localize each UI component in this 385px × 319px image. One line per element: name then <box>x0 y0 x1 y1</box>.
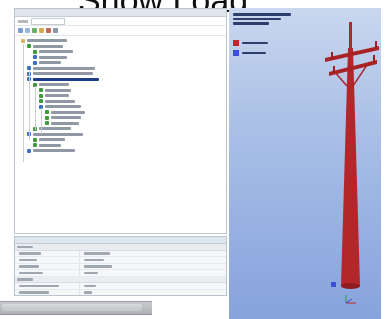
tree-node-label <box>33 72 93 76</box>
pole-shaft <box>341 48 360 286</box>
tree-connector <box>23 44 24 162</box>
tree-node-icon <box>39 88 43 93</box>
graphics-viewport[interactable] <box>229 8 381 319</box>
tree-node-label <box>39 138 65 142</box>
tree-connector <box>29 70 30 140</box>
details-key <box>19 271 43 274</box>
pole-model <box>325 22 379 289</box>
tree-node-icon <box>39 93 43 98</box>
folder-icon[interactable] <box>39 28 44 33</box>
tree-node-label <box>45 88 71 92</box>
outline-title <box>15 9 226 17</box>
tree-node-icon <box>45 115 49 120</box>
tree-node-label <box>33 66 95 70</box>
pole-base <box>341 283 360 289</box>
details-key <box>19 252 41 255</box>
tree-node-label <box>33 149 75 153</box>
tree-node-icon <box>45 110 49 115</box>
pole-top-pin <box>349 22 352 50</box>
details-key <box>19 291 49 294</box>
tree-node-label <box>51 116 81 120</box>
details-value <box>84 284 96 287</box>
outline-panel <box>14 8 227 234</box>
tree-node-label <box>39 61 61 65</box>
tree-node-icon <box>27 44 31 49</box>
details-header <box>15 237 226 244</box>
tree-connector <box>35 86 36 130</box>
tree-node-icon <box>27 148 31 153</box>
tree-node-label <box>45 105 81 109</box>
tree-node-icon <box>33 49 37 54</box>
tree-node-icon <box>33 137 37 142</box>
tree-node-label <box>27 39 67 43</box>
horizontal-scrollbar[interactable] <box>0 301 152 315</box>
details-value <box>84 258 104 261</box>
details-row[interactable] <box>15 289 226 295</box>
tree-node-icon <box>39 99 43 104</box>
details-key <box>19 265 39 268</box>
details-group-title <box>17 278 33 281</box>
collapse-icon[interactable] <box>25 28 30 33</box>
tree-node-label <box>39 127 71 131</box>
details-value <box>84 252 110 255</box>
filter-dropdown[interactable] <box>31 17 65 25</box>
outline-toolbar <box>15 26 226 36</box>
details-key <box>19 258 37 261</box>
filter-label <box>18 19 28 23</box>
insulator <box>333 66 335 73</box>
tree-node-label <box>45 99 75 103</box>
tree-node-icon <box>33 55 37 60</box>
load-marker <box>331 282 336 287</box>
tree-node-label <box>39 50 73 54</box>
insulator <box>373 55 375 62</box>
tree-node-label <box>39 143 61 147</box>
details-group-title <box>17 245 33 248</box>
tree-node-label <box>33 77 99 81</box>
details-value <box>84 291 92 294</box>
tree-node-icon <box>21 38 25 43</box>
details-value <box>84 271 98 274</box>
tree-node-label <box>33 44 63 48</box>
tree-node-icon <box>33 60 37 65</box>
scrollbar-thumb[interactable] <box>2 304 142 311</box>
add-icon[interactable] <box>32 28 37 33</box>
tree-node-label <box>45 94 69 98</box>
delete-icon[interactable] <box>46 28 51 33</box>
tree-node-icon <box>45 121 49 126</box>
settings-icon[interactable] <box>53 28 58 33</box>
insulator <box>375 41 377 48</box>
insulator <box>331 52 333 59</box>
tree-node-label <box>51 110 85 114</box>
tree-node-icon <box>33 143 37 148</box>
tree-node-label <box>39 55 67 59</box>
tree-connector <box>41 108 42 134</box>
details-key <box>19 284 59 287</box>
details-panel <box>14 236 227 296</box>
details-value <box>84 265 112 268</box>
axis-triad-icon <box>345 295 356 304</box>
tree-node[interactable] <box>15 159 226 165</box>
tree-node-label <box>51 121 79 125</box>
tree-node-label <box>39 83 69 87</box>
expand-icon[interactable] <box>18 28 23 33</box>
outline-tree <box>15 36 226 165</box>
filter-row <box>15 17 226 26</box>
